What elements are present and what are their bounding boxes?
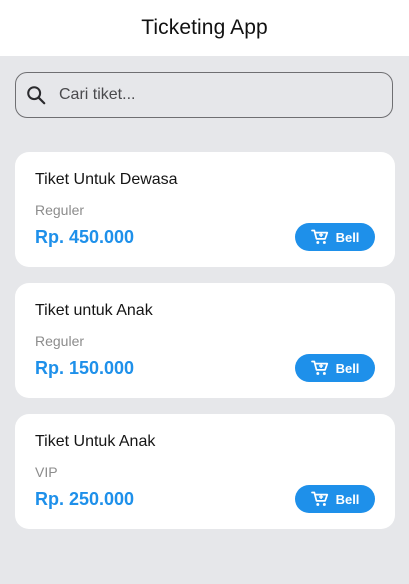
buy-button-label: Bell bbox=[335, 491, 360, 507]
ticket-category: Reguler bbox=[35, 202, 85, 218]
buy-button[interactable]: Bell bbox=[295, 485, 375, 513]
ticket-category: VIP bbox=[35, 464, 58, 480]
ticket-card: Tiket Untuk Anak VIP Rp. 250.000 Bell bbox=[15, 414, 395, 529]
buy-button[interactable]: Bell bbox=[295, 354, 375, 382]
buy-button-label: Bell bbox=[335, 360, 360, 376]
buy-button-label: Bell bbox=[335, 229, 360, 245]
ticket-card: Tiket Untuk Dewasa Reguler Rp. 450.000 B… bbox=[15, 152, 395, 267]
cart-plus-icon bbox=[310, 491, 329, 507]
search-bar[interactable] bbox=[15, 72, 393, 118]
ticket-price: Rp. 250.000 bbox=[35, 489, 135, 509]
app-bar: Ticketing App bbox=[0, 0, 409, 56]
ticket-name: Tiket untuk Anak bbox=[35, 302, 153, 319]
ticket-price: Rp. 450.000 bbox=[35, 227, 135, 247]
search-icon bbox=[25, 84, 47, 106]
app-title: Ticketing App bbox=[141, 16, 268, 39]
ticket-name: Tiket Untuk Anak bbox=[35, 433, 156, 450]
cart-plus-icon bbox=[310, 229, 329, 245]
ticket-name: Tiket Untuk Dewasa bbox=[35, 171, 178, 188]
ticket-list: Tiket Untuk Dewasa Reguler Rp. 450.000 B… bbox=[15, 152, 395, 545]
search-input[interactable] bbox=[59, 80, 359, 110]
buy-button[interactable]: Bell bbox=[295, 223, 375, 251]
ticket-category: Reguler bbox=[35, 333, 85, 349]
ticket-card: Tiket untuk Anak Reguler Rp. 150.000 Bel… bbox=[15, 283, 395, 398]
ticket-price: Rp. 150.000 bbox=[35, 358, 135, 378]
cart-plus-icon bbox=[310, 360, 329, 376]
